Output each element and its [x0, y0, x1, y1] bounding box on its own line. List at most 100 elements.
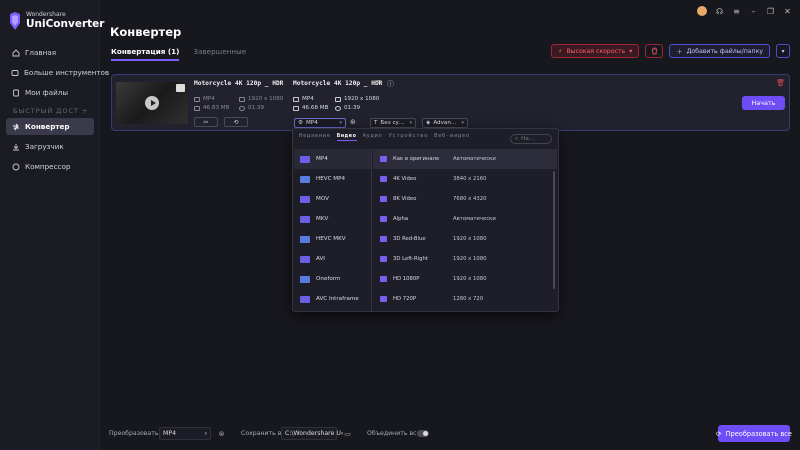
video-format-icon [300, 235, 310, 243]
folder-icon[interactable]: ▭ [343, 429, 352, 438]
add-files-button[interactable]: ＋ Добавить файлы/папку [669, 44, 770, 58]
video-format-icon [300, 295, 310, 303]
preset-item[interactable]: HD 1080P 1920 x 1080 [373, 269, 557, 289]
uniconverter-logo-icon [10, 11, 20, 30]
play-icon[interactable] [145, 96, 159, 110]
avatar[interactable] [697, 6, 707, 16]
add-files-label: Добавить файлы/папку [686, 47, 763, 55]
preset-scrollbar[interactable] [553, 171, 555, 289]
sidebar-item-files[interactable]: Мои файлы [6, 84, 94, 101]
format-search-input[interactable]: ⌕ На... [510, 134, 552, 144]
sidebar-item-label: Компрессор [25, 162, 71, 171]
format-list: MP4 HEVC MP4 MOV MKV HEVC MKV AVI Onefor… [294, 149, 372, 311]
sidebar-nav: Главная Больше инструментов Мои файлы БЫ… [6, 44, 109, 178]
video-preset-icon [380, 216, 387, 222]
sidebar-item-tools[interactable]: Больше инструментов [6, 64, 109, 81]
format-item-hevc-mkv[interactable]: HEVC MKV [294, 229, 372, 249]
clock-icon [335, 105, 341, 111]
source-duration: 01:39 [239, 105, 264, 111]
sidebar: Wondershare UniConverter Главная Больше … [0, 0, 109, 450]
close-icon[interactable]: ✕ [783, 7, 792, 16]
settings-icon[interactable]: ⊛ [217, 429, 226, 438]
chevron-down-icon: ▾ [629, 47, 633, 55]
format-item-mp4[interactable]: MP4 [294, 149, 372, 169]
sidebar-item-compressor[interactable]: Компрессор [6, 158, 94, 175]
preset-item[interactable]: Alpha Автоматически [373, 209, 557, 229]
chevron-down-icon: ▾ [461, 120, 464, 126]
chevron-down-icon: ▾ [339, 120, 342, 126]
preset-item[interactable]: 3D Left-Right 1920 x 1080 [373, 249, 557, 269]
tab-device[interactable]: Устройство [388, 133, 428, 141]
crop-button[interactable]: ⟲ [224, 117, 248, 127]
tab-video[interactable]: Видео [336, 133, 357, 141]
format-icon [293, 96, 299, 102]
add-files-dropdown[interactable]: ▾ [776, 44, 790, 58]
tab-web-video[interactable]: Веб-видео [434, 133, 470, 141]
format-item-mkv[interactable]: MKV [294, 209, 372, 229]
video-thumbnail[interactable] [116, 82, 188, 124]
edit-name-icon[interactable]: ✎ [377, 79, 383, 87]
subtitle-select[interactable]: T Без су... ▾ [370, 118, 416, 128]
sidebar-item-home[interactable]: Главная [6, 44, 94, 61]
plus-icon[interactable]: + [79, 107, 89, 115]
sidebar-item-converter[interactable]: Конвертер [6, 118, 94, 135]
trim-button[interactable]: ✂ [194, 117, 218, 127]
download-icon [11, 142, 20, 151]
format-item-oneform[interactable]: Oneform [294, 269, 372, 289]
convert-all-button[interactable]: ⟳ Преобразовать все [716, 425, 792, 442]
crop-icon: ⟲ [233, 118, 239, 126]
preset-item[interactable]: 8K Video 7680 x 4320 [373, 189, 557, 209]
compress-icon [11, 162, 20, 171]
info-icon[interactable]: ⓘ [387, 79, 394, 89]
output-format-select[interactable]: ⚙ MP4 ▾ [294, 118, 346, 128]
menu-icon[interactable]: ≡ [732, 7, 741, 16]
sidebar-section-label: БЫСТРЫЙ ДОСТ + [13, 107, 89, 115]
film-icon [176, 84, 185, 92]
headset-icon[interactable]: ☊ [715, 7, 724, 16]
format-settings-icon[interactable]: ⊛ [350, 118, 356, 126]
tab-converting[interactable]: Конвертация (1) [111, 47, 180, 61]
video-format-icon [300, 195, 310, 203]
video-format-icon [300, 215, 310, 223]
settings-icon: ⚙ [298, 120, 304, 126]
folder-icon [194, 105, 200, 111]
format-item-avc-intraframe[interactable]: AVC Intraframe [294, 289, 372, 309]
preset-item[interactable]: Как в оригинале Автоматически [373, 149, 557, 169]
preset-item[interactable]: 3D Red-Blue 1920 x 1080 [373, 229, 557, 249]
tab-recent[interactable]: Недавние [299, 133, 331, 141]
files-icon [11, 88, 20, 97]
restore-icon[interactable]: ❐ [766, 7, 775, 16]
format-dropdown-panel: Недавние Видео Аудио Устройство Веб-виде… [292, 128, 559, 312]
save-to-select[interactable]: C:\Wondershare U ▾ [281, 427, 343, 440]
tab-finished[interactable]: Завершенные [193, 47, 246, 61]
brand-small: Wondershare [26, 11, 66, 18]
video-preset-icon [380, 196, 387, 202]
sidebar-item-downloader[interactable]: Загрузчик [6, 138, 94, 155]
format-item-hevc-mp4[interactable]: HEVC MP4 [294, 169, 372, 189]
preset-list: Как в оригинале Автоматически 4K Video 384… [373, 149, 557, 311]
tab-audio[interactable]: Аудио [363, 133, 383, 141]
format-item-avi[interactable]: AVI [294, 249, 372, 269]
preset-item[interactable]: 4K Video 3840 x 2160 [373, 169, 557, 189]
lightning-icon: ⚡ [558, 47, 563, 55]
sidebar-item-label: Загрузчик [25, 142, 64, 151]
audio-select[interactable]: ◈ Advan... ▾ [422, 118, 468, 128]
merge-toggle[interactable] [417, 430, 429, 437]
preset-item[interactable]: HD 720P 1280 x 720 [373, 289, 557, 309]
plus-icon: ＋ [676, 48, 683, 56]
file-card: Motorcycle 4K 120p _ HDR Motorcycle 4K 1… [111, 74, 790, 131]
brand-name: UniConverter [26, 18, 105, 30]
video-preset-icon [380, 296, 387, 302]
start-button[interactable]: Начать [742, 96, 785, 110]
delete-all-button[interactable] [645, 44, 664, 58]
trash-icon [651, 47, 657, 55]
format-item-mov[interactable]: MOV [294, 189, 372, 209]
convert-to-select[interactable]: MP4 ▾ [159, 427, 211, 440]
target-size: 46.68 MB [293, 105, 328, 111]
high-speed-button[interactable]: ⚡ Высокая скорость ▾ [551, 44, 640, 58]
video-preset-icon [380, 176, 387, 182]
minimize-icon[interactable]: – [749, 7, 758, 16]
clock-icon [239, 105, 245, 111]
remove-file-icon[interactable]: 🗑 [776, 79, 785, 87]
window-controls: ☊ ≡ – ❐ ✕ [697, 6, 792, 16]
